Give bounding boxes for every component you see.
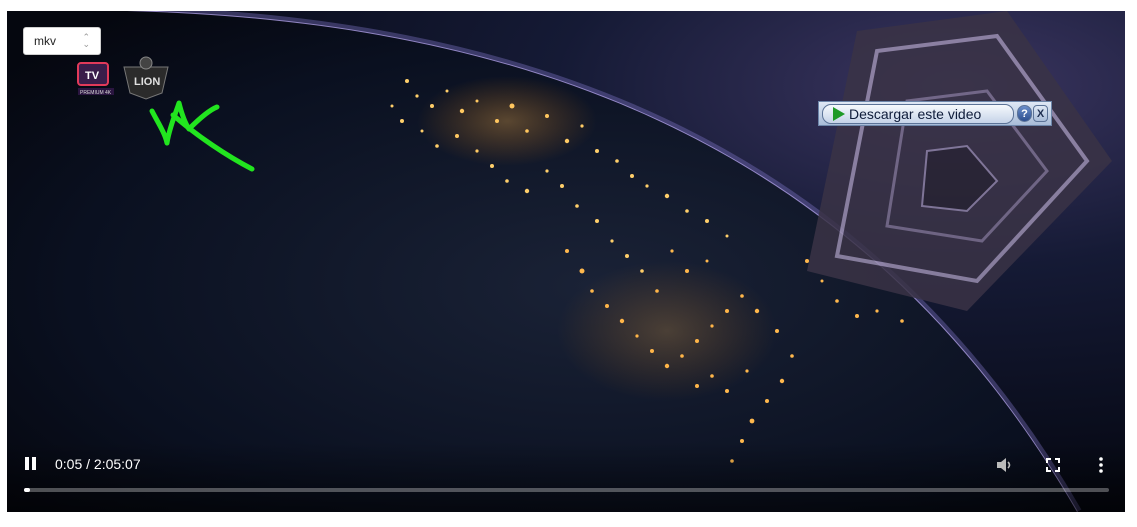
download-video-button[interactable]: Descargar este video <box>822 104 1014 124</box>
format-select-value: mkv <box>34 34 56 48</box>
svg-text:LION: LION <box>134 76 160 88</box>
fullscreen-icon[interactable] <box>1045 457 1061 473</box>
format-select[interactable]: mkv ⌃ ⌄ <box>23 27 101 55</box>
play-icon <box>833 107 845 121</box>
more-options-icon[interactable] <box>1097 456 1105 474</box>
svg-text:PREMIUM 4K: PREMIUM 4K <box>80 90 112 96</box>
help-button[interactable]: ? <box>1017 105 1032 122</box>
close-button[interactable]: X <box>1033 105 1048 122</box>
progress-fill <box>24 488 30 492</box>
pause-icon[interactable] <box>25 457 37 471</box>
lion-logo: LION <box>123 56 169 100</box>
video-player[interactable]: mkv ⌃ ⌄ TV PREMIUM 4K LION Descargar este… <box>7 11 1125 512</box>
channel-logos: TV PREMIUM 4K LION <box>77 56 169 100</box>
download-toolbar: Descargar este video ? X <box>818 101 1052 126</box>
tv-premium-logo: TV PREMIUM 4K <box>77 62 114 96</box>
video-frame <box>7 11 1125 512</box>
svg-text:TV: TV <box>85 70 100 82</box>
volume-icon[interactable] <box>995 457 1013 473</box>
progress-bar[interactable] <box>24 488 1109 492</box>
download-video-label: Descargar este video <box>849 106 982 122</box>
select-chevron-icon: ⌃ ⌄ <box>82 32 90 49</box>
time-display: 0:05 / 2:05:07 <box>55 456 141 472</box>
player-controls <box>7 442 1125 512</box>
